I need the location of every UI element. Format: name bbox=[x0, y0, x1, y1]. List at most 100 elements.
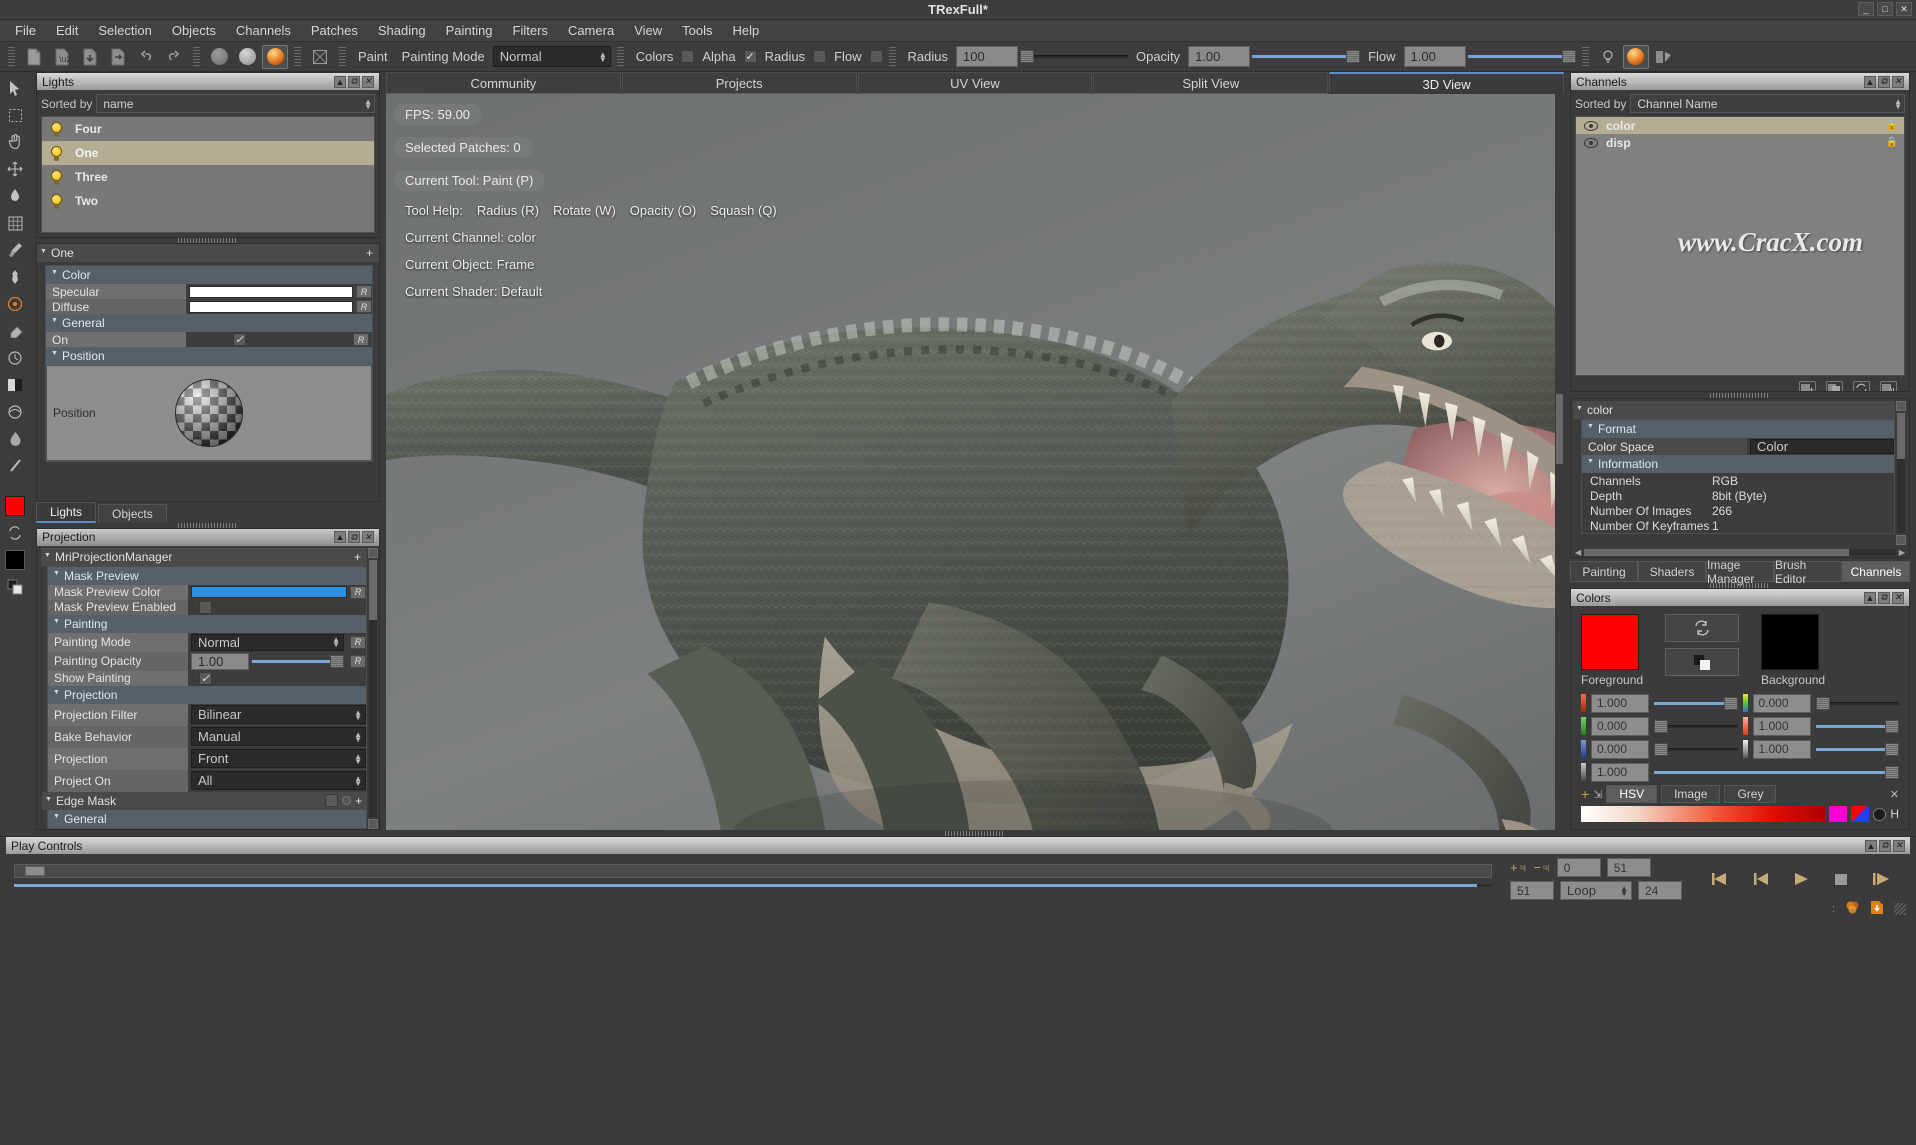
smooth-shading-icon[interactable] bbox=[234, 45, 260, 69]
foreground-swatch[interactable] bbox=[1581, 614, 1639, 670]
resize-grip-icon[interactable] bbox=[1894, 903, 1906, 915]
swap-colors-icon[interactable] bbox=[3, 521, 27, 545]
visibility-eye-icon[interactable] bbox=[1584, 138, 1598, 148]
uv-grid-icon[interactable] bbox=[307, 45, 333, 69]
group-format[interactable]: Format bbox=[1582, 420, 1894, 438]
timeline-range-bar[interactable] bbox=[14, 884, 1492, 887]
delete-channel-icon[interactable]: \u2212 bbox=[1880, 381, 1897, 391]
close-tab-icon[interactable]: ✕ bbox=[1890, 788, 1899, 801]
tab-image[interactable]: Image bbox=[1661, 785, 1720, 803]
scroll-track[interactable] bbox=[1897, 413, 1905, 533]
play-button[interactable] bbox=[1788, 868, 1814, 890]
chevron-updown-icon[interactable]: ▲▼ bbox=[350, 776, 362, 786]
scroll-down-icon[interactable] bbox=[1896, 535, 1906, 545]
chevron-updown-icon[interactable]: ▲▼ bbox=[350, 710, 362, 720]
color-wheel-icon[interactable] bbox=[1873, 808, 1886, 821]
specular-value[interactable]: R bbox=[186, 284, 372, 299]
group-information[interactable]: Information bbox=[1582, 455, 1894, 473]
color-mix-swatch[interactable] bbox=[1851, 806, 1869, 822]
chevron-updown-icon[interactable]: ▲▼ bbox=[328, 637, 340, 647]
add-key-icon[interactable]: +♃ bbox=[1510, 860, 1527, 875]
chevron-updown-icon[interactable]: ▲▼ bbox=[1616, 886, 1628, 896]
light-toggle-icon[interactable] bbox=[1595, 45, 1621, 69]
gradient-tool-icon[interactable] bbox=[3, 373, 27, 397]
toolbar-grip-5[interactable] bbox=[617, 47, 624, 67]
on-value[interactable]: ✓ R bbox=[186, 332, 372, 347]
color-manager-icon[interactable] bbox=[1845, 900, 1860, 918]
channel-info-hscrollbar[interactable]: ◀ ▶ bbox=[1571, 547, 1909, 557]
edge-mask-checkbox[interactable] bbox=[325, 794, 338, 807]
add-palette-icon[interactable]: + bbox=[1581, 786, 1589, 802]
add-property-icon[interactable]: + bbox=[366, 246, 373, 260]
menu-file[interactable]: File bbox=[6, 21, 45, 40]
menu-objects[interactable]: Objects bbox=[163, 21, 225, 40]
tab-community[interactable]: Community bbox=[386, 72, 621, 94]
visibility-eye-icon[interactable] bbox=[1584, 121, 1598, 131]
chevron-updown-icon[interactable]: ▲▼ bbox=[360, 99, 372, 109]
end-frame-input[interactable]: 51 bbox=[1607, 858, 1651, 877]
painting-mode-combo[interactable]: Normal ▲▼ bbox=[493, 46, 611, 67]
mask-preview-enabled-checkbox[interactable] bbox=[199, 601, 212, 614]
radius-checkbox[interactable] bbox=[813, 50, 826, 63]
flow-slider-knob[interactable] bbox=[1562, 50, 1576, 63]
tab-grey[interactable]: Grey bbox=[1724, 785, 1776, 803]
maximize-icon[interactable]: □ bbox=[1877, 2, 1893, 16]
close-panel-icon[interactable]: ✕ bbox=[1892, 592, 1904, 604]
show-painting-checkbox[interactable]: ✓ bbox=[199, 672, 212, 685]
grid-tool-icon[interactable] bbox=[3, 211, 27, 235]
menu-edit[interactable]: Edit bbox=[47, 21, 87, 40]
pin-tool-icon[interactable] bbox=[3, 265, 27, 289]
value-input[interactable]: 1.000 bbox=[1753, 740, 1811, 759]
chevron-updown-icon[interactable]: ▲▼ bbox=[350, 732, 362, 742]
collapse-icon[interactable]: ▲ bbox=[1864, 76, 1876, 88]
tab-split-view[interactable]: Split View bbox=[1093, 72, 1328, 94]
remove-key-icon[interactable]: −♃ bbox=[1533, 860, 1550, 875]
flow-slider[interactable] bbox=[1468, 47, 1576, 67]
close-panel-icon[interactable]: ✕ bbox=[1892, 76, 1904, 88]
specular-reset-button[interactable]: R bbox=[356, 285, 372, 298]
tab-objects[interactable]: Objects bbox=[98, 504, 167, 523]
float-icon[interactable]: ⧉ bbox=[1878, 76, 1890, 88]
wand-tool-icon[interactable] bbox=[3, 454, 27, 478]
brush-tool-icon[interactable] bbox=[3, 238, 27, 262]
radius-input[interactable]: 100 bbox=[956, 46, 1018, 67]
default-colors-icon[interactable] bbox=[3, 575, 27, 599]
move-tool-icon[interactable] bbox=[3, 157, 27, 181]
tab-3d-view[interactable]: 3D View bbox=[1329, 72, 1564, 94]
menu-help[interactable]: Help bbox=[724, 21, 769, 40]
pointer-tool-icon[interactable] bbox=[3, 76, 27, 100]
channel-info-scrollbar[interactable] bbox=[1895, 401, 1907, 545]
scroll-right-icon[interactable]: ▶ bbox=[1899, 548, 1905, 557]
radius-slider[interactable] bbox=[1020, 47, 1128, 67]
menu-painting[interactable]: Painting bbox=[437, 21, 502, 40]
loop-mode-combo[interactable]: Loop ▲▼ bbox=[1560, 881, 1632, 900]
list-item[interactable]: Two bbox=[42, 189, 374, 213]
tab-hsv[interactable]: HSV bbox=[1606, 785, 1657, 803]
on-reset-button[interactable]: R bbox=[353, 333, 369, 346]
float-icon[interactable]: ⧉ bbox=[1878, 592, 1890, 604]
color-space-combo[interactable]: Color bbox=[1750, 439, 1894, 454]
export-project-icon[interactable] bbox=[105, 45, 131, 69]
list-item[interactable]: Three bbox=[42, 165, 374, 189]
foreground-color-swatch[interactable] bbox=[3, 494, 27, 518]
color-gradient-strip[interactable] bbox=[1581, 806, 1825, 822]
add-property-icon[interactable]: + bbox=[355, 794, 362, 808]
toolbar-grip-2[interactable] bbox=[193, 47, 200, 67]
magenta-swatch[interactable] bbox=[1829, 806, 1847, 822]
toolbar-grip-6[interactable] bbox=[889, 47, 896, 67]
channels-list[interactable]: color 🔒 disp 🔒 www.CracX.com bbox=[1575, 116, 1905, 376]
viewport-scrollbar[interactable] bbox=[1555, 94, 1564, 830]
painting-opacity-reset[interactable]: R bbox=[350, 655, 366, 668]
current-frame-input[interactable]: 51 bbox=[1510, 881, 1554, 900]
clone-tool-icon[interactable] bbox=[3, 346, 27, 370]
scroll-thumb[interactable] bbox=[369, 560, 377, 620]
chevron-updown-icon[interactable]: ▲▼ bbox=[350, 754, 362, 764]
save-status-icon[interactable] bbox=[1870, 900, 1884, 918]
flat-shading-icon[interactable] bbox=[206, 45, 232, 69]
alpha-checkbox[interactable]: ✓ bbox=[744, 50, 757, 63]
minimize-icon[interactable]: _ bbox=[1858, 2, 1874, 16]
default-colors-button[interactable] bbox=[1665, 648, 1739, 676]
mask-preview-enabled-value[interactable] bbox=[188, 600, 366, 615]
mask-preview-color-swatch[interactable] bbox=[191, 586, 347, 598]
add-channel-icon[interactable]: + bbox=[1799, 381, 1816, 391]
